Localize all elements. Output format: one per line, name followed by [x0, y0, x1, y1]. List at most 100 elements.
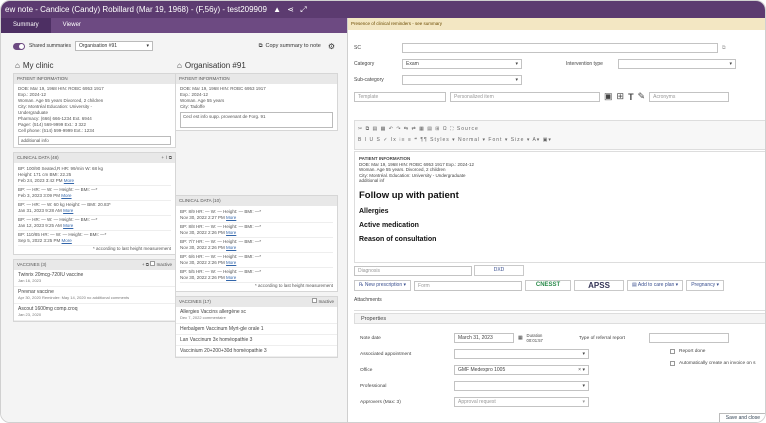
clinical-data-title: CLINICAL DATA (48) [17, 155, 59, 160]
more-link[interactable]: More [226, 215, 236, 220]
dxd-button[interactable]: DXD [474, 265, 524, 276]
more-link[interactable]: More [62, 238, 72, 243]
note-editor[interactable]: PATIENT INFORMATION DOB: Mar 19, 1968 HI… [354, 151, 765, 263]
tab-viewer[interactable]: Viewer [51, 18, 93, 33]
note-pane: Presence of clinical reminders - see sum… [348, 18, 765, 422]
expand-icon[interactable]: ⤢ [300, 1, 306, 18]
editor-toolbar-row[interactable]: ✂ ⧉ ▤ ▦ ↶ ↷ ⇆ ⇄ ▦ ▤ ⊞ Ω ⛶ Source [358, 124, 763, 135]
copy-icon[interactable]: ⧉ [722, 45, 726, 51]
save-and-close-button[interactable]: Save and close [718, 413, 765, 422]
patient-info-title: PATIENT INFORMATION [17, 76, 68, 81]
additional-info-field[interactable]: additional info [18, 136, 171, 145]
text-icon[interactable]: T [628, 92, 634, 102]
editor-toolbar-row[interactable]: B I U S ✓ Ix ⁝≡ ≡ ❝ ¶¶ Styles ▾ Normal ▾… [358, 135, 763, 146]
intervention-label: Intervention type [566, 61, 603, 67]
subcategory-select[interactable]: ▾ [402, 75, 522, 85]
auto-invoice-checkbox[interactable] [670, 361, 675, 366]
vaccine-item[interactable]: Ascout 1600mg comp.croq Jan 23, 2020 [14, 304, 175, 321]
vaccine-item[interactable]: Prevnar vaccine Apr 30, 2020 Reminder: Ma… [14, 287, 175, 304]
intervention-select[interactable]: ▾ [618, 59, 736, 69]
copy-icon[interactable]: ⧉ [146, 262, 149, 267]
more-link[interactable]: More [61, 193, 71, 198]
clinical-entry-date: Nov 30, 2022 2:26 PM [180, 245, 225, 250]
inactive-checkbox[interactable] [150, 261, 156, 266]
diagnosis-input[interactable]: Diagnosis [354, 265, 472, 276]
professional-select[interactable]: ▾ [454, 381, 589, 391]
add-to-care-plan-button[interactable]: ▤ Add to care plan ▾ [627, 280, 684, 291]
inactive-label: Inactive [318, 299, 334, 304]
appointment-select[interactable]: ▾ [454, 349, 589, 359]
clinical-data-panel: CLINICAL DATA (10) BP: 8/9 HR: — W: — He… [175, 195, 338, 292]
more-link[interactable]: More [63, 223, 73, 228]
clinical-data-title: CLINICAL DATA (10) [179, 198, 221, 203]
vaccine-item[interactable]: Lan Vaccinum 3x homéopathie 3 [176, 335, 337, 346]
clinical-entry-date: Nov 30, 2022 2:26 PM [180, 275, 225, 280]
pregnancy-button[interactable]: Pregnancy ▾ [686, 280, 725, 291]
more-link[interactable]: More [64, 178, 74, 183]
new-prescription-button[interactable]: ℞ New prescription ▾ [354, 280, 412, 291]
clinical-entry: BP: 100/90 Seated,R HR: 99/min W: 68 kg H… [18, 165, 171, 186]
note-date-input[interactable]: March 31, 2023 [454, 333, 514, 343]
vaccines-panel: VACCINES (17) Inactive Allergies Vaccins… [175, 296, 338, 358]
vaccine-item[interactable]: Herbalgem Vaccinum Myrt-gle orale 1 [176, 324, 337, 335]
more-link[interactable]: More [226, 230, 236, 235]
chart-icon[interactable]: ⌇ [165, 155, 167, 160]
vaccine-item[interactable]: Allergies Vaccins allergène sc Dec 7, 202… [176, 307, 337, 324]
acronyms-input[interactable]: Acronyms [649, 91, 730, 102]
vaccine-name: Vaccinium 20+200+30d homéopathie 3 [180, 348, 267, 354]
properties-header[interactable]: Properties [354, 313, 765, 324]
copy-summary-button[interactable]: ⧉ Copy summary to note ⚙ [259, 42, 335, 51]
note-date-row: Note date March 31, 2023 ▦ Duration 00:01… [360, 333, 729, 343]
clinical-entry-date: Jan 12, 2023 9:25 AM [18, 223, 62, 228]
gear-icon[interactable]: ⚙ [328, 42, 335, 51]
template-input[interactable]: Template [354, 91, 446, 102]
pin-icon[interactable]: ▲ [273, 1, 281, 18]
edit-icon[interactable]: ✎ [638, 91, 646, 102]
clinical-entry: BP: 110/85 HR: — W: — Height: — BMI: —* S… [18, 231, 171, 246]
share-icon[interactable]: ⋖ [287, 1, 294, 18]
sc-input[interactable] [402, 43, 718, 53]
cnesst-button[interactable]: CNESST [525, 280, 572, 291]
shared-summaries-toggle[interactable] [13, 42, 25, 50]
report-done-row: Report done [670, 349, 705, 354]
vaccine-name: Lan Vaccinum 3x homéopathie 3 [180, 337, 253, 343]
office-select[interactable]: GMF Medexpro 1005 × ▾ [454, 365, 589, 375]
add-icon[interactable]: + [142, 262, 145, 267]
category-select[interactable]: Exam ▾ [402, 59, 522, 69]
form-input[interactable]: Form [414, 280, 523, 291]
personalized-item-input[interactable]: Personalized item [450, 91, 600, 102]
referral-select[interactable] [648, 333, 729, 343]
vaccine-item[interactable]: Vaccinium 20+200+30d homéopathie 3 [176, 346, 337, 357]
more-link[interactable]: More [226, 275, 236, 280]
section-heading: Reason of consultation [359, 235, 437, 243]
tab-summary[interactable]: Summary [1, 18, 51, 33]
save-template-icon[interactable]: ▣ [604, 91, 613, 102]
summary-tabs: Summary Viewer [1, 18, 347, 33]
reminder-banner[interactable]: Presence of clinical reminders - see sum… [348, 18, 765, 30]
properties-section: Properties Note date March 31, 2023 ▦ Du… [354, 310, 765, 422]
clinical-data-panel: CLINICAL DATA (48) + ⌇ ⧉ BP: 100/90 Seate… [13, 152, 176, 255]
vaccine-item[interactable]: Twinrix 20mcg-720IU vaccine Jan 16, 2023 [14, 270, 175, 287]
clinical-entry-date: Nov 30, 2022 2:27 PM [180, 215, 225, 220]
appointment-row: Associated appointment ▾ [360, 349, 589, 359]
duration-block: Duration 00:01:57 [527, 333, 543, 343]
my-clinic-title: My clinic [22, 61, 54, 70]
attachments-label: Attachments [354, 297, 382, 303]
report-done-checkbox[interactable] [670, 349, 675, 354]
patient-info-header: PATIENT INFORMATION [176, 74, 337, 84]
copy-icon[interactable]: ⧉ [169, 155, 172, 160]
add-icon[interactable]: + [161, 155, 164, 160]
approval-request-select[interactable]: Approval request ▾ [454, 397, 589, 407]
calendar-icon[interactable]: ▦ [518, 336, 523, 341]
approvers-row: Approvers (Max: 3) Approval request ▾ [360, 397, 589, 407]
template-icon[interactable]: ⊞ [617, 91, 625, 102]
editor-toolbar[interactable]: ✂ ⧉ ▤ ▦ ↶ ↷ ⇆ ⇄ ▦ ▤ ⊞ Ω ⛶ Source B I U S… [354, 120, 765, 150]
inactive-checkbox[interactable] [312, 298, 318, 303]
more-link[interactable]: More [63, 208, 73, 213]
organisation-header: ⌂ Organisation #91 [175, 58, 338, 73]
patient-info-panel: PATIENT INFORMATION DOB: Mar 19, 1968 HI… [13, 73, 176, 148]
more-link[interactable]: More [226, 260, 236, 265]
apss-button[interactable]: APSS [574, 280, 625, 291]
organisation-select[interactable]: Organisation #91 ▾ [74, 41, 153, 51]
more-link[interactable]: More [226, 245, 236, 250]
